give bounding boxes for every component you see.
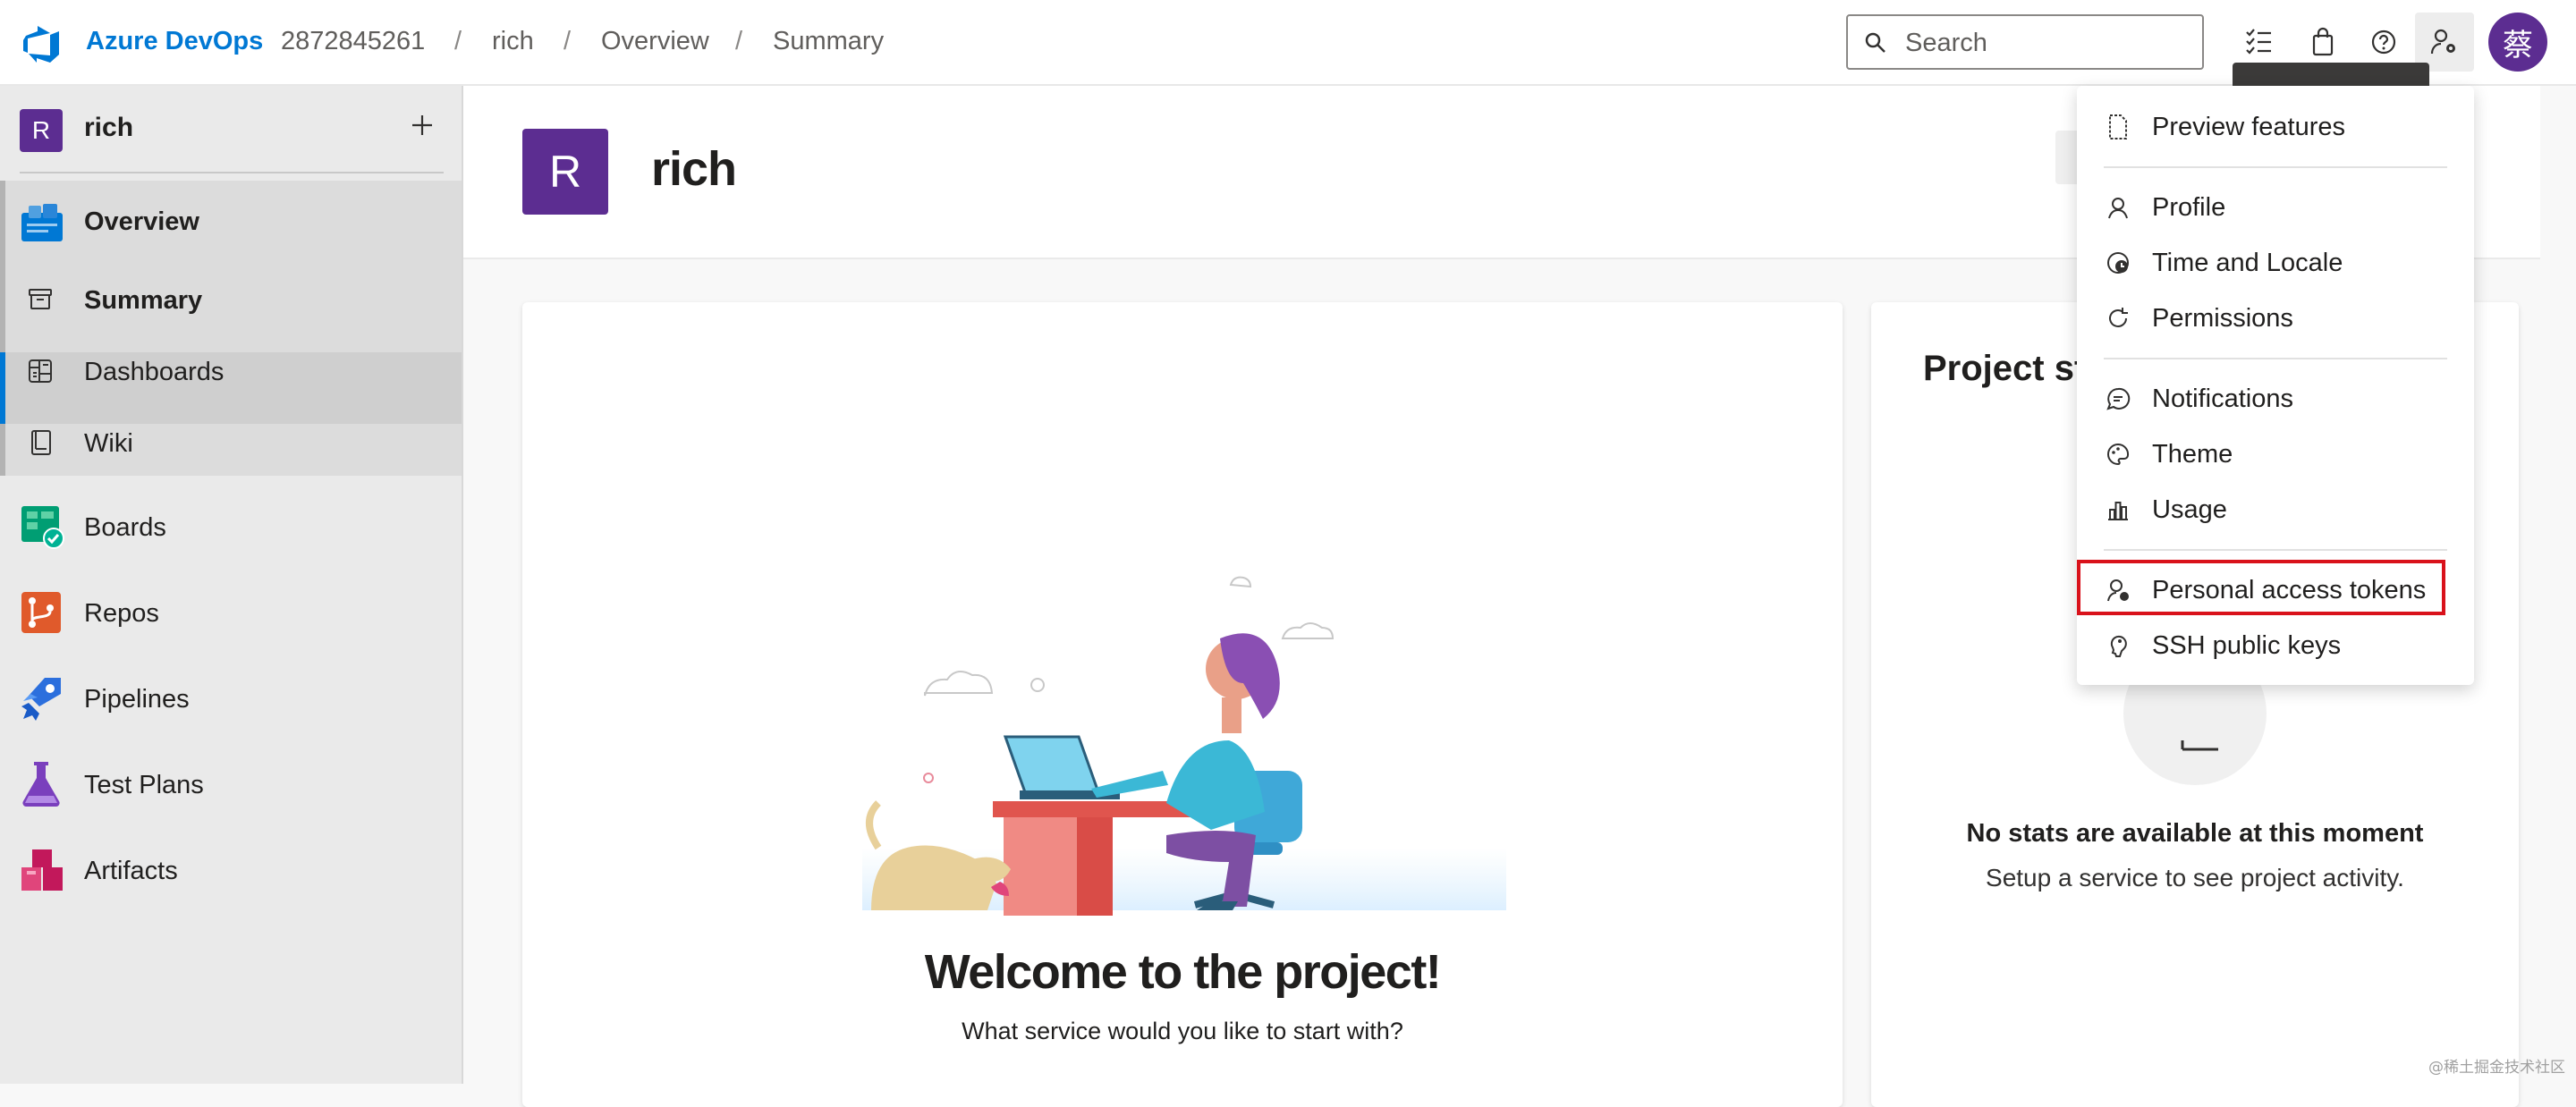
project-name[interactable]: rich [84,113,133,143]
top-bar: Azure DevOps 2872845261 / rich / Overvie… [0,0,2576,86]
sidebar-item-boards[interactable]: Boards [0,486,462,572]
menu-item-label: Permissions [2152,304,2293,333]
breadcrumb-separator: / [454,27,462,55]
time-locale-icon [2104,249,2132,277]
sidebar-item-label: Summary [84,286,203,315]
project-avatar: R [522,129,608,215]
sidebar-item-overview[interactable]: Overview [0,186,462,258]
menu-item-notifications[interactable]: Notifications [2077,372,2474,426]
menu-item-label: Usage [2152,495,2227,524]
search-input[interactable] [1903,23,2193,63]
highlight-box [2077,560,2445,615]
breadcrumb-overview[interactable]: Overview [601,27,709,56]
brand-link[interactable]: Azure DevOps [86,27,263,56]
watermark: @稀土掘金技术社区 [2428,1059,2565,1077]
stats-title: Project st [1923,349,2087,388]
permissions-icon [2104,304,2132,333]
welcome-subtitle: What service would you like to start wit… [962,1018,1403,1044]
test-plans-icon [22,762,60,807]
sidebar-item-wiki[interactable]: Wiki [0,408,462,479]
divider [20,172,444,173]
ssh-keys-icon [2104,631,2132,660]
breadcrumb-separator: / [564,27,572,55]
menu-item-usage[interactable]: Usage [2077,483,2474,537]
search-icon [1865,32,1885,53]
project-badge: R [20,109,63,152]
dashboards-icon [29,359,52,383]
menu-divider [2104,549,2447,551]
menu-item-label: SSH public keys [2152,631,2342,660]
overview-icon [21,204,63,241]
breadcrumb-summary[interactable]: Summary [773,27,884,56]
usage-icon [2104,495,2132,524]
project-selector[interactable]: R rich [0,86,462,172]
tooltip [2233,63,2429,86]
sidebar-item-summary[interactable]: Summary [0,265,462,336]
menu-item-label: Theme [2152,440,2233,469]
sidebar-item-artifacts[interactable]: Artifacts [0,830,462,916]
boards-icon [21,506,64,549]
preview-features-icon [2104,113,2132,141]
menu-item-time-and-locale[interactable]: Time and Locale [2077,236,2474,290]
breadcrumb-project[interactable]: rich [492,27,534,56]
stats-empty-message: No stats are available at this moment [1966,819,2424,848]
menu-item-permissions[interactable]: Permissions [2077,292,2474,345]
sidebar-item-label: Boards [84,513,166,542]
stats-empty-hint: Setup a service to see project activity. [1986,864,2404,892]
sidebar: R rich Overview Summary Dashboards Wiki … [0,86,463,1084]
pipelines-icon [21,678,61,721]
page-title: rich [651,142,737,196]
profile-icon [2104,193,2132,222]
menu-item-ssh-public-keys[interactable]: SSH public keys [2077,619,2474,672]
notifications-icon [2104,384,2132,413]
sidebar-item-pipelines[interactable]: Pipelines [0,658,462,744]
sidebar-item-dashboards[interactable]: Dashboards [0,336,462,408]
summary-icon [29,289,52,309]
add-icon[interactable] [401,104,444,147]
avatar[interactable]: 蔡 [2488,13,2547,72]
artifacts-icon [21,849,63,891]
menu-divider [2104,358,2447,359]
sidebar-item-label: Pipelines [84,685,190,714]
azure-devops-logo-icon[interactable] [21,23,63,64]
welcome-illustration [862,576,1506,916]
menu-item-label: Time and Locale [2152,249,2343,277]
welcome-card: Welcome to the project! What service wou… [522,302,1843,1107]
menu-item-profile[interactable]: Profile [2077,181,2474,234]
search-box[interactable] [1846,14,2204,70]
sidebar-item-label: Overview [84,207,199,236]
menu-item-label: Notifications [2152,384,2293,413]
sidebar-item-label: Repos [84,599,159,628]
sidebar-item-label: Test Plans [84,771,204,799]
sidebar-item-label: Wiki [84,429,133,458]
theme-icon [2104,440,2132,469]
welcome-title: Welcome to the project! [924,945,1442,999]
wiki-icon [31,430,51,455]
menu-item-theme[interactable]: Theme [2077,427,2474,481]
menu-item-preview-features[interactable]: Preview features [2077,100,2474,154]
menu-divider [2104,166,2447,168]
sidebar-item-test-plans[interactable]: Test Plans [0,744,462,830]
menu-item-label: Preview features [2152,113,2345,141]
menu-item-label: Profile [2152,193,2226,222]
sidebar-item-label: Artifacts [84,857,178,885]
sidebar-item-repos[interactable]: Repos [0,572,462,658]
repos-icon [21,592,61,633]
breadcrumb-separator: / [735,27,743,55]
breadcrumb-organization[interactable]: 2872845261 [281,27,425,56]
sidebar-item-label: Dashboards [84,358,225,386]
